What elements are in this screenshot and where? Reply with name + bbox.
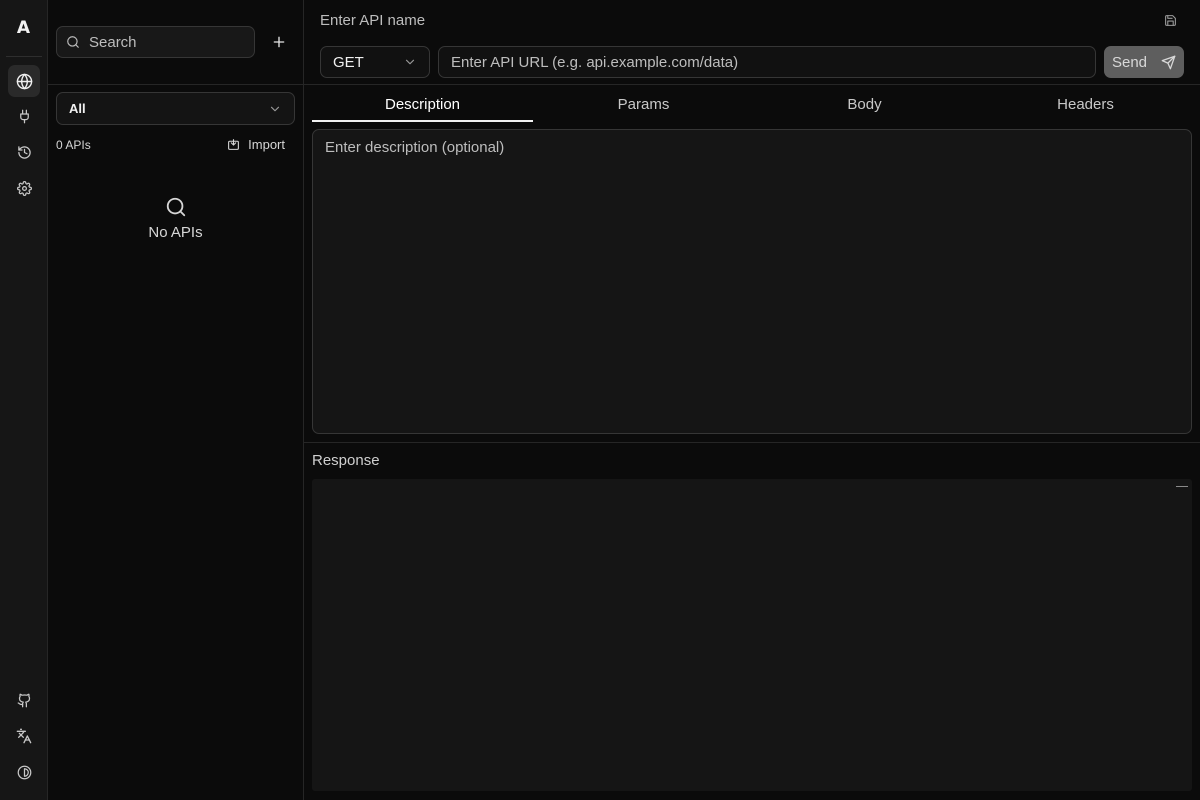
globe-icon xyxy=(16,73,33,90)
save-icon xyxy=(1164,14,1177,27)
request-editor: GET Send Description Params Body Headers… xyxy=(304,0,1200,800)
url-input[interactable] xyxy=(438,46,1096,78)
nav-rail: A xyxy=(0,0,48,800)
rail-apis-button[interactable] xyxy=(8,65,40,97)
add-api-button[interactable] xyxy=(263,26,295,58)
description-textarea[interactable] xyxy=(312,129,1192,434)
empty-state-text: No APIs xyxy=(148,224,203,241)
minimize-icon[interactable] xyxy=(1176,486,1188,487)
tab-headers[interactable]: Headers xyxy=(975,86,1196,122)
api-count: 0 APIs xyxy=(56,138,91,152)
request-tabs: Description Params Body Headers xyxy=(312,86,1196,122)
sidebar-divider xyxy=(48,84,303,85)
rail-theme-button[interactable] xyxy=(8,756,40,788)
import-label: Import xyxy=(248,137,285,152)
app-logo: A xyxy=(16,18,31,38)
response-heading: Response xyxy=(312,452,380,469)
tab-description[interactable]: Description xyxy=(312,86,533,122)
search-input[interactable] xyxy=(89,33,239,51)
plus-icon xyxy=(271,34,287,50)
search-icon xyxy=(66,35,80,49)
send-button[interactable]: Send xyxy=(1104,46,1184,78)
rail-settings-button[interactable] xyxy=(8,172,40,204)
chevron-down-icon xyxy=(403,55,417,69)
rail-history-button[interactable] xyxy=(8,136,40,168)
plug-icon xyxy=(17,109,32,124)
filter-selected-value: All xyxy=(69,101,86,116)
theme-icon xyxy=(17,765,32,780)
rail-github-button[interactable] xyxy=(8,684,40,716)
search-icon xyxy=(165,196,187,218)
send-icon xyxy=(1161,55,1176,70)
rail-divider xyxy=(6,56,42,57)
chevron-down-icon xyxy=(268,102,282,116)
api-list-sidebar: All 0 APIs Import No APIs xyxy=(48,0,304,800)
empty-state: No APIs xyxy=(48,196,303,241)
settings-icon xyxy=(16,180,32,196)
search-box[interactable] xyxy=(56,26,255,58)
method-select[interactable]: GET xyxy=(320,46,430,78)
tab-body[interactable]: Body xyxy=(754,86,975,122)
import-button[interactable]: Import xyxy=(227,137,285,152)
method-value: GET xyxy=(333,53,364,71)
history-icon xyxy=(17,145,32,160)
filter-select[interactable]: All xyxy=(56,92,295,125)
translate-icon xyxy=(16,728,32,744)
rail-language-button[interactable] xyxy=(8,720,40,752)
rail-connections-button[interactable] xyxy=(8,100,40,132)
import-icon xyxy=(227,138,240,151)
save-button[interactable] xyxy=(1158,8,1182,32)
github-icon xyxy=(17,693,32,708)
response-divider[interactable] xyxy=(304,442,1200,443)
send-label: Send xyxy=(1111,53,1148,71)
tab-params[interactable]: Params xyxy=(533,86,754,122)
toolbar-divider xyxy=(304,84,1200,85)
response-panel[interactable] xyxy=(312,479,1192,791)
api-name-input[interactable] xyxy=(312,4,1152,36)
